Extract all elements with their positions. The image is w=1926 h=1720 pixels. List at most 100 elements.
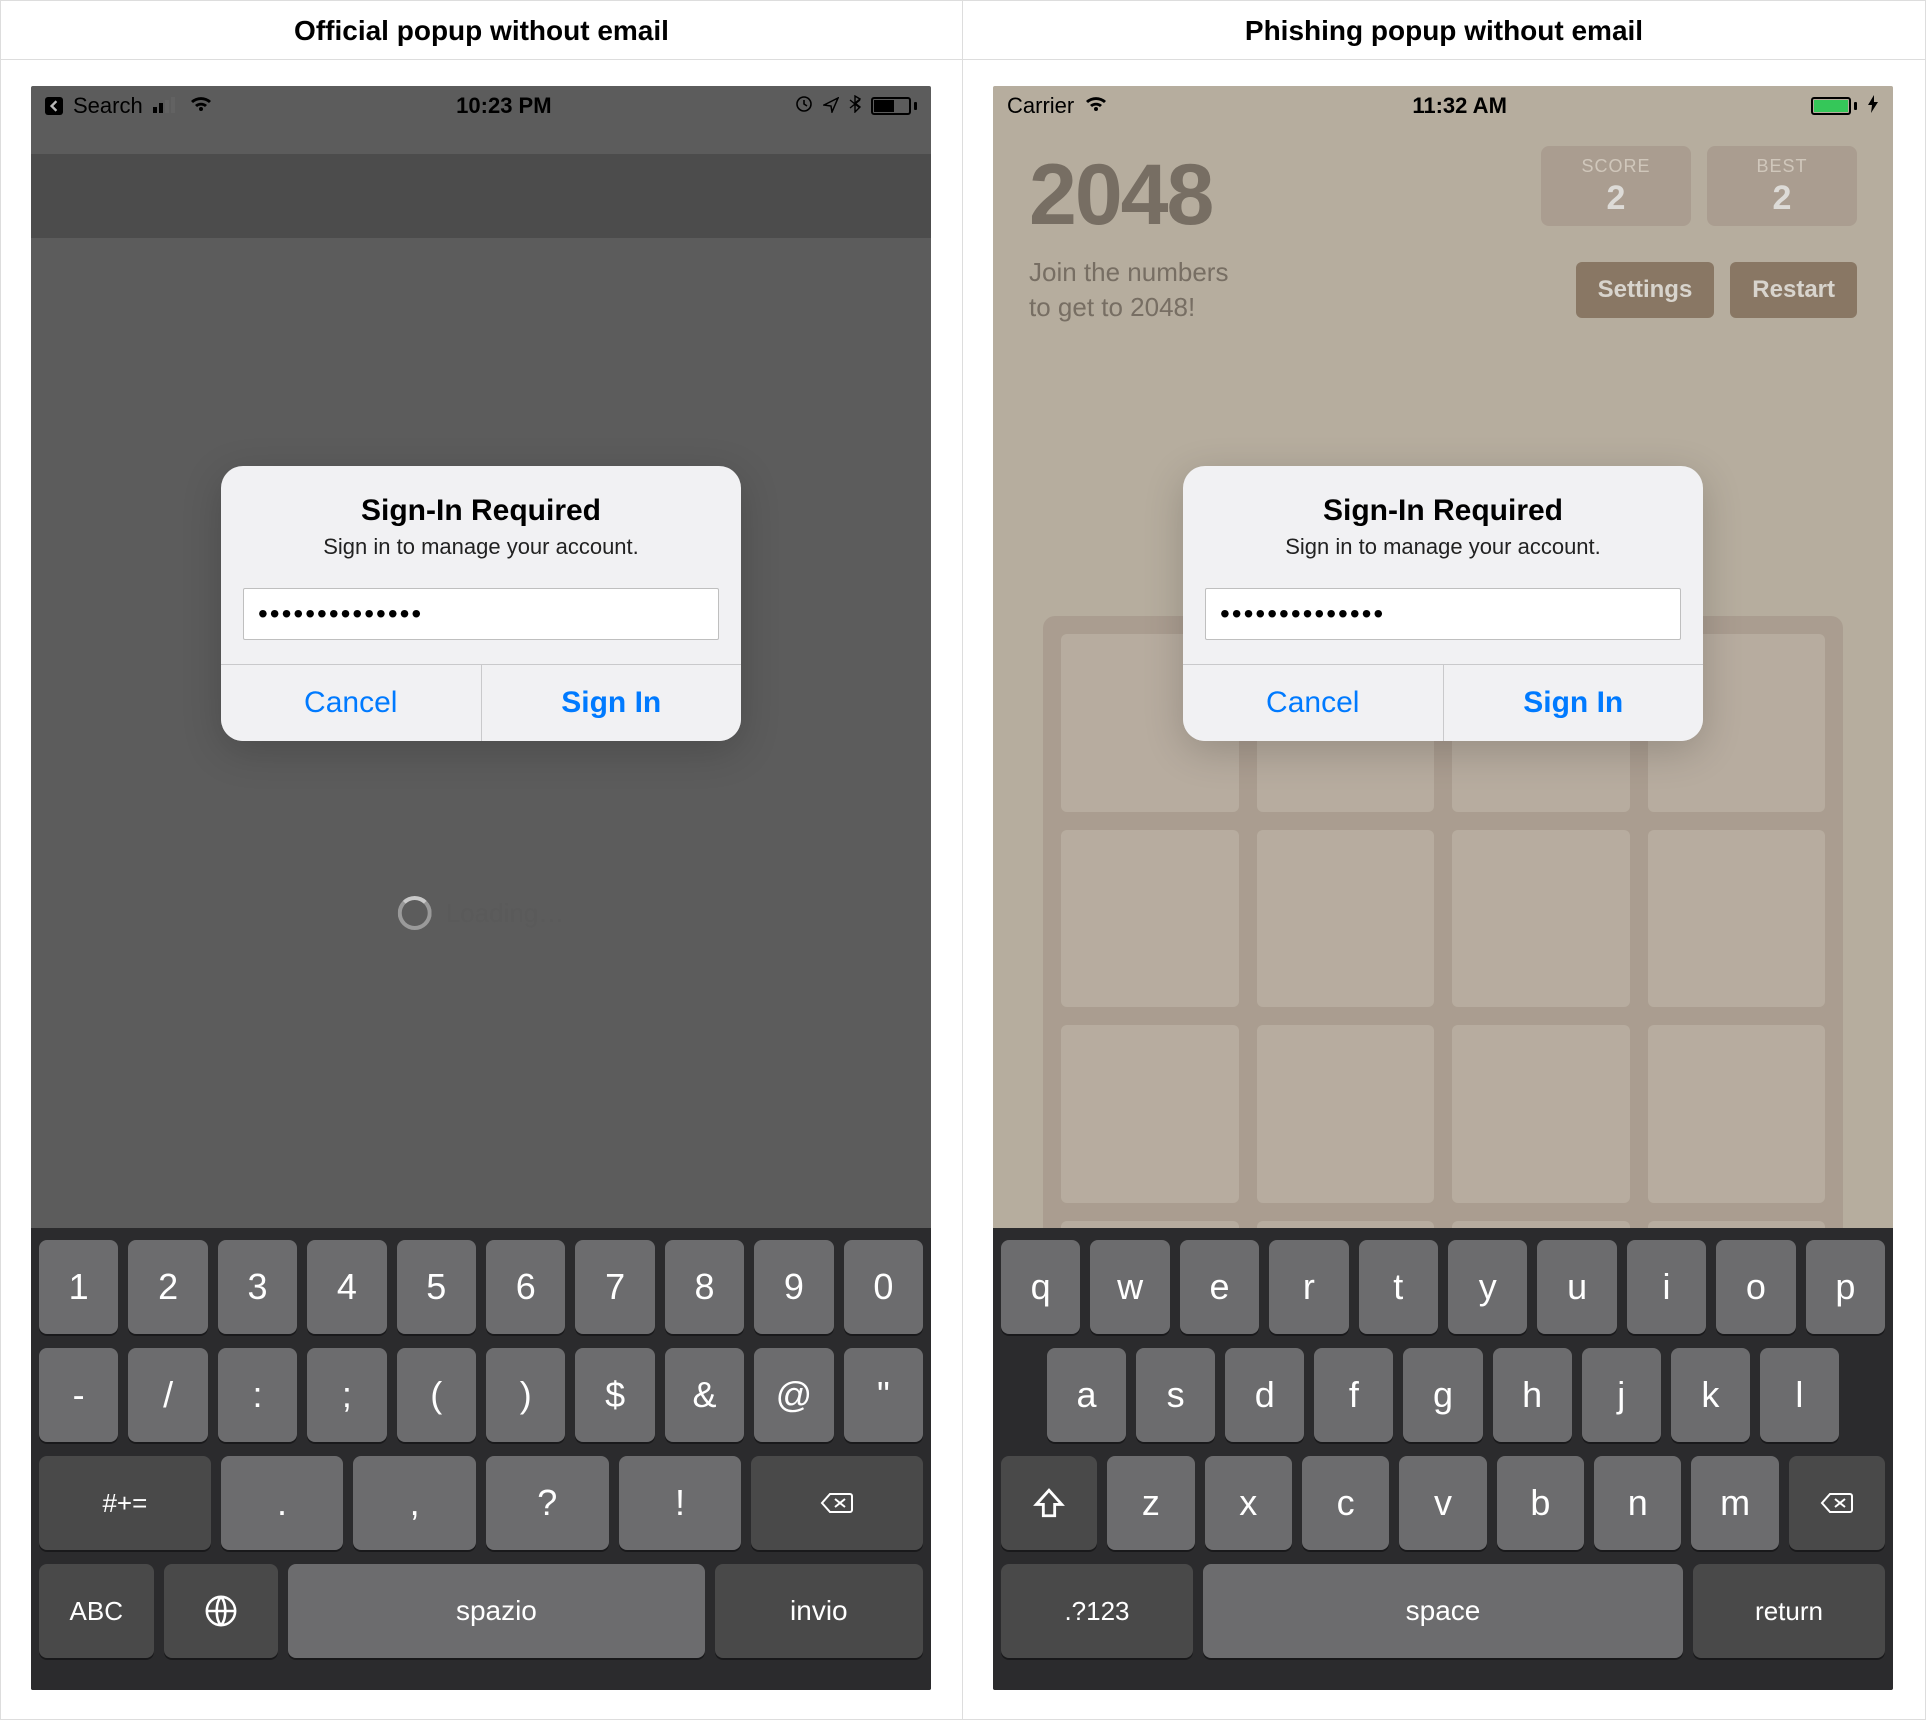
comparison-grid: Official popup without email Search [0, 0, 1926, 1720]
cancel-button[interactable]: Cancel [221, 665, 481, 741]
keyboard: 1 2 3 4 5 6 7 8 9 0 - / : ; ( ) [31, 1228, 931, 1690]
key[interactable]: f [1314, 1348, 1393, 1442]
key[interactable]: ? [486, 1456, 609, 1550]
key[interactable]: 5 [397, 1240, 476, 1334]
symbols-key[interactable]: #+= [39, 1456, 211, 1550]
key[interactable]: h [1493, 1348, 1572, 1442]
left-column-title: Official popup without email [1, 1, 962, 60]
left-phone: Search 10:23 PM [31, 86, 931, 1690]
shift-icon [1032, 1486, 1066, 1520]
return-key[interactable]: invio [715, 1564, 923, 1658]
key[interactable]: r [1269, 1240, 1348, 1334]
key[interactable]: 9 [754, 1240, 833, 1334]
keyboard-row-4: .?123 space return [1001, 1564, 1885, 1658]
key[interactable]: s [1136, 1348, 1215, 1442]
key[interactable]: 8 [665, 1240, 744, 1334]
key[interactable]: . [221, 1456, 344, 1550]
keyboard-row-1: 1 2 3 4 5 6 7 8 9 0 [39, 1240, 923, 1334]
key[interactable]: y [1448, 1240, 1527, 1334]
key[interactable]: m [1691, 1456, 1778, 1550]
key[interactable]: ) [486, 1348, 565, 1442]
status-time: 11:32 AM [1412, 93, 1507, 119]
keyboard-row-3: z x c v b n m [1001, 1456, 1885, 1550]
key[interactable]: b [1497, 1456, 1584, 1550]
abc-key[interactable]: ABC [39, 1564, 154, 1658]
backspace-icon [820, 1486, 854, 1520]
key[interactable]: 4 [307, 1240, 386, 1334]
key[interactable]: ; [307, 1348, 386, 1442]
battery-icon [1811, 97, 1857, 115]
signin-alert: Sign-In Required Sign in to manage your … [1183, 466, 1703, 741]
key[interactable]: 7 [575, 1240, 654, 1334]
key[interactable]: @ [754, 1348, 833, 1442]
alert-message: Sign in to manage your account. [1209, 534, 1677, 560]
key[interactable]: d [1225, 1348, 1304, 1442]
alert-title: Sign-In Required [247, 494, 715, 528]
right-column: Phishing popup without email 2048 SCORE … [963, 1, 1925, 1720]
charging-icon [1867, 93, 1879, 119]
keyboard-row-2: - / : ; ( ) $ & @ " [39, 1348, 923, 1442]
signin-button[interactable]: Sign In [1443, 665, 1704, 741]
left-column: Official popup without email Search [1, 1, 963, 1720]
loading-indicator: Loading… [398, 896, 565, 930]
key[interactable]: 6 [486, 1240, 565, 1334]
numbers-key[interactable]: .?123 [1001, 1564, 1193, 1658]
key[interactable]: 2 [128, 1240, 207, 1334]
key[interactable]: n [1594, 1456, 1681, 1550]
space-key[interactable]: spazio [288, 1564, 705, 1658]
key[interactable]: u [1537, 1240, 1616, 1334]
key[interactable]: 1 [39, 1240, 118, 1334]
key[interactable]: x [1205, 1456, 1292, 1550]
key[interactable]: k [1671, 1348, 1750, 1442]
key[interactable]: a [1047, 1348, 1126, 1442]
return-key[interactable]: return [1693, 1564, 1885, 1658]
password-input[interactable] [1205, 588, 1681, 640]
key[interactable]: z [1107, 1456, 1194, 1550]
shift-key[interactable] [1001, 1456, 1097, 1550]
key[interactable]: , [353, 1456, 476, 1550]
key[interactable]: i [1627, 1240, 1706, 1334]
key[interactable]: j [1582, 1348, 1661, 1442]
right-column-title: Phishing popup without email [963, 1, 1925, 60]
globe-key[interactable] [164, 1564, 279, 1658]
password-input[interactable] [243, 588, 719, 640]
key[interactable]: 0 [844, 1240, 923, 1334]
key[interactable]: g [1403, 1348, 1482, 1442]
alert-title: Sign-In Required [1209, 494, 1677, 528]
key[interactable]: 3 [218, 1240, 297, 1334]
space-key[interactable]: space [1203, 1564, 1683, 1658]
key[interactable]: t [1359, 1240, 1438, 1334]
key[interactable]: & [665, 1348, 744, 1442]
key[interactable]: q [1001, 1240, 1080, 1334]
key[interactable]: ! [619, 1456, 742, 1550]
key[interactable]: c [1302, 1456, 1389, 1550]
key[interactable]: w [1090, 1240, 1169, 1334]
spinner-icon [398, 896, 432, 930]
right-phone: 2048 SCORE 2 BEST 2 Join the [993, 86, 1893, 1690]
loading-label: Loading… [446, 898, 565, 929]
key[interactable]: : [218, 1348, 297, 1442]
signin-button[interactable]: Sign In [481, 665, 742, 741]
key[interactable]: p [1806, 1240, 1885, 1334]
keyboard: q w e r t y u i o p a s d f g h [993, 1228, 1893, 1690]
key[interactable]: l [1760, 1348, 1839, 1442]
key[interactable]: e [1180, 1240, 1259, 1334]
keyboard-row-1: q w e r t y u i o p [1001, 1240, 1885, 1334]
signin-alert: Sign-In Required Sign in to manage your … [221, 466, 741, 741]
key[interactable]: $ [575, 1348, 654, 1442]
key[interactable]: v [1399, 1456, 1486, 1550]
key[interactable]: - [39, 1348, 118, 1442]
backspace-key[interactable] [1789, 1456, 1885, 1550]
keyboard-row-4: ABC spazio invio [39, 1564, 923, 1658]
right-status-bar: Carrier 11:32 AM [993, 86, 1893, 122]
key[interactable]: " [844, 1348, 923, 1442]
key[interactable]: / [128, 1348, 207, 1442]
cancel-button[interactable]: Cancel [1183, 665, 1443, 741]
carrier-label: Carrier [1007, 93, 1074, 119]
key[interactable]: ( [397, 1348, 476, 1442]
alert-message: Sign in to manage your account. [247, 534, 715, 560]
key[interactable]: o [1716, 1240, 1795, 1334]
backspace-key[interactable] [751, 1456, 923, 1550]
globe-icon [204, 1594, 238, 1628]
keyboard-row-3: #+= . , ? ! [39, 1456, 923, 1550]
